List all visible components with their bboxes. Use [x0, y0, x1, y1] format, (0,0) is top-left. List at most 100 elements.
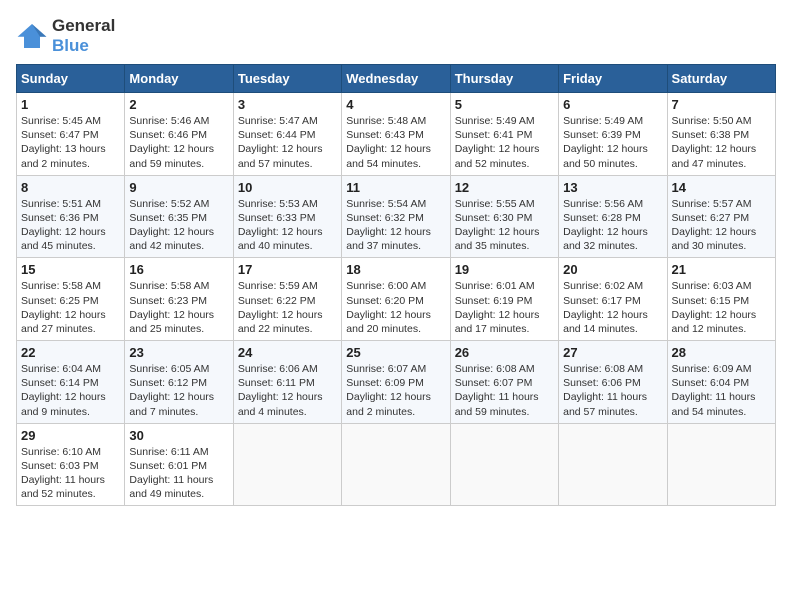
calendar-cell: 5 Sunrise: 5:49 AM Sunset: 6:41 PM Daylig…	[450, 93, 558, 176]
logo: General Blue	[16, 16, 115, 56]
calendar-cell: 3 Sunrise: 5:47 AM Sunset: 6:44 PM Daylig…	[233, 93, 341, 176]
day-info: Sunrise: 5:58 AM Sunset: 6:23 PM Dayligh…	[129, 279, 228, 336]
day-number: 21	[672, 262, 771, 277]
day-info: Sunrise: 5:54 AM Sunset: 6:32 PM Dayligh…	[346, 197, 445, 254]
day-info: Sunrise: 6:03 AM Sunset: 6:15 PM Dayligh…	[672, 279, 771, 336]
calendar-cell: 22Sunrise: 6:04 AM Sunset: 6:14 PM Dayli…	[17, 341, 125, 424]
day-info: Sunrise: 6:01 AM Sunset: 6:19 PM Dayligh…	[455, 279, 554, 336]
day-number: 30	[129, 428, 228, 443]
day-info: Sunrise: 6:11 AM Sunset: 6:01 PM Dayligh…	[129, 445, 228, 502]
day-number: 11	[346, 180, 445, 195]
day-info: Sunrise: 6:00 AM Sunset: 6:20 PM Dayligh…	[346, 279, 445, 336]
day-info: Sunrise: 5:58 AM Sunset: 6:25 PM Dayligh…	[21, 279, 120, 336]
day-info: Sunrise: 6:07 AM Sunset: 6:09 PM Dayligh…	[346, 362, 445, 419]
calendar-cell	[342, 423, 450, 506]
day-info: Sunrise: 6:08 AM Sunset: 6:06 PM Dayligh…	[563, 362, 662, 419]
day-info: Sunrise: 5:52 AM Sunset: 6:35 PM Dayligh…	[129, 197, 228, 254]
calendar-header-monday: Monday	[125, 65, 233, 93]
calendar-cell: 24Sunrise: 6:06 AM Sunset: 6:11 PM Dayli…	[233, 341, 341, 424]
calendar-cell: 20 Sunrise: 6:02 AM Sunset: 6:17 PM Dayli…	[559, 258, 667, 341]
day-number: 17	[238, 262, 337, 277]
day-number: 18	[346, 262, 445, 277]
calendar-cell: 8Sunrise: 5:51 AM Sunset: 6:36 PM Daylig…	[17, 175, 125, 258]
calendar-cell: 29 Sunrise: 6:10 AM Sunset: 6:03 PM Dayli…	[17, 423, 125, 506]
day-number: 13	[563, 180, 662, 195]
day-info: Sunrise: 5:53 AM Sunset: 6:33 PM Dayligh…	[238, 197, 337, 254]
day-number: 1	[21, 97, 120, 112]
day-info: Sunrise: 6:05 AM Sunset: 6:12 PM Dayligh…	[129, 362, 228, 419]
day-number: 26	[455, 345, 554, 360]
day-info: Sunrise: 5:45 AM Sunset: 6:47 PM Dayligh…	[21, 114, 120, 171]
calendar-cell: 13 Sunrise: 5:56 AM Sunset: 6:28 PM Dayli…	[559, 175, 667, 258]
calendar-cell: 14 Sunrise: 5:57 AM Sunset: 6:27 PM Dayli…	[667, 175, 775, 258]
calendar-cell: 12 Sunrise: 5:55 AM Sunset: 6:30 PM Dayli…	[450, 175, 558, 258]
day-number: 2	[129, 97, 228, 112]
day-number: 19	[455, 262, 554, 277]
day-info: Sunrise: 6:10 AM Sunset: 6:03 PM Dayligh…	[21, 445, 120, 502]
calendar-cell	[450, 423, 558, 506]
logo-text: General Blue	[52, 16, 115, 56]
day-info: Sunrise: 5:49 AM Sunset: 6:41 PM Dayligh…	[455, 114, 554, 171]
day-number: 3	[238, 97, 337, 112]
day-info: Sunrise: 5:51 AM Sunset: 6:36 PM Dayligh…	[21, 197, 120, 254]
day-number: 27	[563, 345, 662, 360]
calendar-header-thursday: Thursday	[450, 65, 558, 93]
day-info: Sunrise: 5:48 AM Sunset: 6:43 PM Dayligh…	[346, 114, 445, 171]
calendar-cell: 18 Sunrise: 6:00 AM Sunset: 6:20 PM Dayli…	[342, 258, 450, 341]
day-number: 10	[238, 180, 337, 195]
day-info: Sunrise: 5:46 AM Sunset: 6:46 PM Dayligh…	[129, 114, 228, 171]
calendar-cell: 6 Sunrise: 5:49 AM Sunset: 6:39 PM Daylig…	[559, 93, 667, 176]
calendar-cell: 28 Sunrise: 6:09 AM Sunset: 6:04 PM Dayli…	[667, 341, 775, 424]
calendar-cell: 10 Sunrise: 5:53 AM Sunset: 6:33 PM Dayli…	[233, 175, 341, 258]
calendar-cell: 15 Sunrise: 5:58 AM Sunset: 6:25 PM Dayli…	[17, 258, 125, 341]
calendar-cell: 7Sunrise: 5:50 AM Sunset: 6:38 PM Daylig…	[667, 93, 775, 176]
calendar-cell: 16 Sunrise: 5:58 AM Sunset: 6:23 PM Dayli…	[125, 258, 233, 341]
day-number: 12	[455, 180, 554, 195]
day-number: 23	[129, 345, 228, 360]
calendar-cell	[233, 423, 341, 506]
day-info: Sunrise: 5:47 AM Sunset: 6:44 PM Dayligh…	[238, 114, 337, 171]
calendar-cell: 27 Sunrise: 6:08 AM Sunset: 6:06 PM Dayli…	[559, 341, 667, 424]
calendar-cell: 17 Sunrise: 5:59 AM Sunset: 6:22 PM Dayli…	[233, 258, 341, 341]
day-info: Sunrise: 5:49 AM Sunset: 6:39 PM Dayligh…	[563, 114, 662, 171]
day-number: 28	[672, 345, 771, 360]
day-number: 4	[346, 97, 445, 112]
day-info: Sunrise: 6:09 AM Sunset: 6:04 PM Dayligh…	[672, 362, 771, 419]
calendar-cell: 25Sunrise: 6:07 AM Sunset: 6:09 PM Dayli…	[342, 341, 450, 424]
calendar-cell: 2 Sunrise: 5:46 AM Sunset: 6:46 PM Daylig…	[125, 93, 233, 176]
calendar-cell: 26 Sunrise: 6:08 AM Sunset: 6:07 PM Dayli…	[450, 341, 558, 424]
calendar-header-row: SundayMondayTuesdayWednesdayThursdayFrid…	[17, 65, 776, 93]
page-header: General Blue	[16, 16, 776, 56]
day-number: 14	[672, 180, 771, 195]
day-info: Sunrise: 6:02 AM Sunset: 6:17 PM Dayligh…	[563, 279, 662, 336]
day-number: 16	[129, 262, 228, 277]
calendar-cell: 30 Sunrise: 6:11 AM Sunset: 6:01 PM Dayli…	[125, 423, 233, 506]
day-number: 9	[129, 180, 228, 195]
calendar-cell: 1 Sunrise: 5:45 AM Sunset: 6:47 PM Daylig…	[17, 93, 125, 176]
calendar-header-wednesday: Wednesday	[342, 65, 450, 93]
calendar-cell: 19 Sunrise: 6:01 AM Sunset: 6:19 PM Dayli…	[450, 258, 558, 341]
day-info: Sunrise: 6:08 AM Sunset: 6:07 PM Dayligh…	[455, 362, 554, 419]
day-info: Sunrise: 5:59 AM Sunset: 6:22 PM Dayligh…	[238, 279, 337, 336]
day-number: 20	[563, 262, 662, 277]
calendar-cell: 23 Sunrise: 6:05 AM Sunset: 6:12 PM Dayli…	[125, 341, 233, 424]
day-number: 22	[21, 345, 120, 360]
calendar-cell: 21 Sunrise: 6:03 AM Sunset: 6:15 PM Dayli…	[667, 258, 775, 341]
calendar-cell	[559, 423, 667, 506]
day-number: 6	[563, 97, 662, 112]
day-number: 29	[21, 428, 120, 443]
calendar-cell: 4 Sunrise: 5:48 AM Sunset: 6:43 PM Daylig…	[342, 93, 450, 176]
day-info: Sunrise: 5:57 AM Sunset: 6:27 PM Dayligh…	[672, 197, 771, 254]
day-info: Sunrise: 5:55 AM Sunset: 6:30 PM Dayligh…	[455, 197, 554, 254]
calendar-header-friday: Friday	[559, 65, 667, 93]
day-number: 5	[455, 97, 554, 112]
calendar-header-tuesday: Tuesday	[233, 65, 341, 93]
calendar-cell: 11 Sunrise: 5:54 AM Sunset: 6:32 PM Dayli…	[342, 175, 450, 258]
calendar-header-sunday: Sunday	[17, 65, 125, 93]
calendar-cell: 9 Sunrise: 5:52 AM Sunset: 6:35 PM Daylig…	[125, 175, 233, 258]
day-info: Sunrise: 5:50 AM Sunset: 6:38 PM Dayligh…	[672, 114, 771, 171]
day-number: 15	[21, 262, 120, 277]
day-info: Sunrise: 5:56 AM Sunset: 6:28 PM Dayligh…	[563, 197, 662, 254]
day-info: Sunrise: 6:06 AM Sunset: 6:11 PM Dayligh…	[238, 362, 337, 419]
calendar-header-saturday: Saturday	[667, 65, 775, 93]
